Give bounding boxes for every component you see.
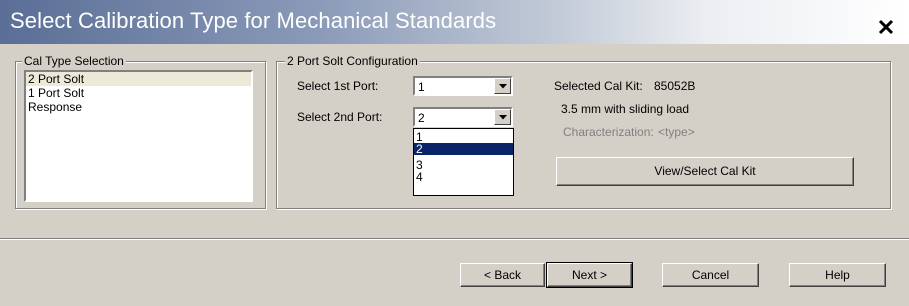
chevron-down-icon [499, 84, 507, 89]
cal-kit-value: 85052B [654, 79, 696, 93]
port2-option-highlighted[interactable]: 2 [414, 143, 513, 155]
help-button[interactable]: Help [789, 263, 886, 287]
port2-dropdown-button[interactable] [494, 109, 511, 125]
config-legend: 2 Port Solt Configuration [285, 54, 420, 68]
cal-type-legend: Cal Type Selection [22, 54, 126, 68]
port1-label: Select 1st Port: [297, 79, 379, 93]
port1-value: 1 [418, 80, 425, 94]
port2-select[interactable]: 2 [413, 107, 513, 127]
window-title: Select Calibration Type for Mechanical S… [10, 8, 497, 33]
back-label: < Back [483, 268, 522, 282]
view-select-cal-kit-button[interactable]: View/Select Cal Kit [556, 157, 854, 186]
cancel-button[interactable]: Cancel [662, 263, 759, 287]
footer-separator [0, 238, 909, 240]
characterization-label: Characterization: [563, 125, 654, 139]
close-icon[interactable] [874, 15, 898, 39]
cal-type-item[interactable]: 1 Port Solt [26, 86, 251, 100]
cancel-label: Cancel [691, 268, 730, 282]
port2-value: 2 [418, 111, 425, 125]
cal-type-group: Cal Type Selection 2 Port Solt 1 Port So… [15, 54, 266, 209]
port2-option[interactable]: 3 [414, 159, 513, 171]
characterization-value: <type> [658, 125, 695, 139]
cal-kit-label: Selected Cal Kit: [554, 79, 643, 93]
next-button[interactable]: Next > [546, 262, 633, 288]
back-button[interactable]: < Back [460, 263, 545, 287]
port2-option[interactable]: 1 [414, 131, 513, 143]
title-bar: Select Calibration Type for Mechanical S… [0, 0, 909, 44]
help-label: Help [825, 268, 850, 282]
cal-type-item[interactable]: Response [26, 100, 251, 114]
port2-option[interactable]: 4 [414, 171, 513, 183]
cal-type-item[interactable]: 2 Port Solt [26, 72, 251, 86]
chevron-down-icon [499, 115, 507, 120]
port1-dropdown-button[interactable] [494, 78, 511, 94]
port1-select[interactable]: 1 [413, 76, 513, 96]
cal-type-listbox[interactable]: 2 Port Solt 1 Port Solt Response [24, 70, 253, 202]
port2-dropdown-list[interactable]: 1 2 3 4 [413, 128, 514, 196]
next-label: Next > [571, 268, 607, 282]
cal-kit-description: 3.5 mm with sliding load [561, 102, 690, 116]
port2-label: Select 2nd Port: [297, 110, 383, 124]
